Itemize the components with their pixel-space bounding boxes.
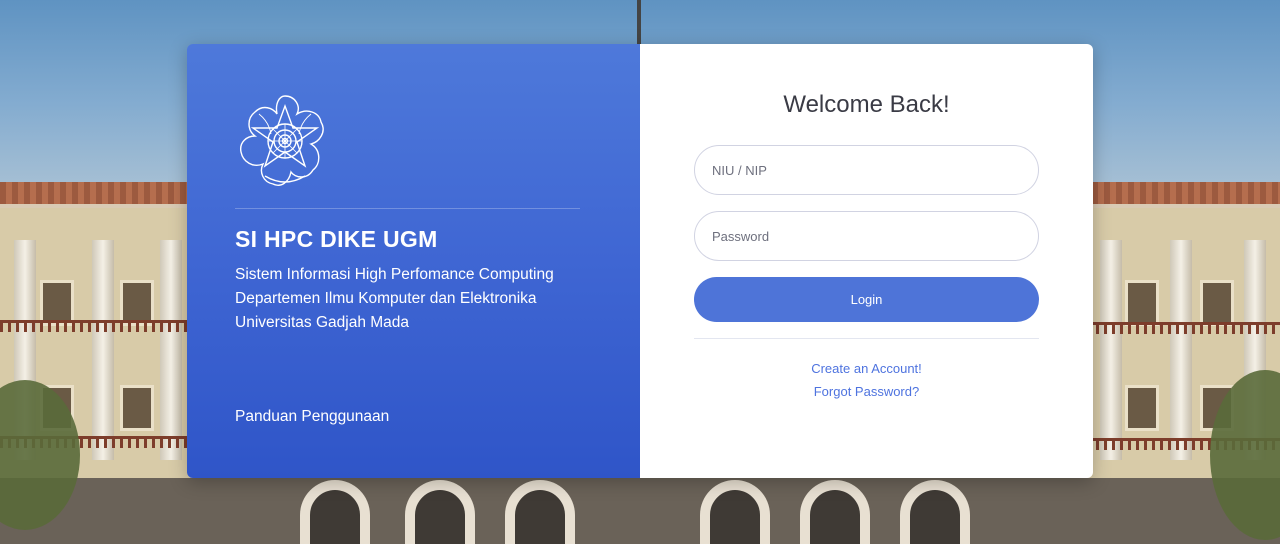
background-column xyxy=(160,240,182,460)
brand-panel: SI HPC DIKE UGM Sistem Informasi High Pe… xyxy=(187,44,640,478)
app-description: Sistem Informasi High Perfomance Computi… xyxy=(235,263,592,335)
login-button[interactable]: Login xyxy=(694,277,1039,322)
background-window xyxy=(1125,280,1159,326)
password-input[interactable] xyxy=(694,211,1039,261)
login-card: SI HPC DIKE UGM Sistem Informasi High Pe… xyxy=(187,44,1093,478)
app-title: SI HPC DIKE UGM xyxy=(235,226,438,252)
create-account-link[interactable]: Create an Account! xyxy=(811,361,922,376)
ugm-emblem-icon xyxy=(240,95,324,186)
background-column xyxy=(1100,240,1122,460)
description-line: Sistem Informasi High Perfomance Computi… xyxy=(235,266,554,283)
background-arch xyxy=(800,480,870,544)
background-arch xyxy=(300,480,370,544)
background-window xyxy=(1125,385,1159,431)
background-column xyxy=(92,240,114,460)
description-line: Departemen Ilmu Komputer dan Elektronika xyxy=(235,290,537,307)
background-window xyxy=(1200,280,1234,326)
background-window xyxy=(120,385,154,431)
user-guide-link[interactable]: Panduan Penggunaan xyxy=(235,408,389,426)
forgot-password-link[interactable]: Forgot Password? xyxy=(814,384,920,399)
background-roof-right xyxy=(1080,182,1280,208)
background-arch xyxy=(505,480,575,544)
description-line: Universitas Gadjah Mada xyxy=(235,314,410,331)
background-arch xyxy=(900,480,970,544)
background-arch xyxy=(405,480,475,544)
background-column xyxy=(1170,240,1192,460)
login-panel: Welcome Back! Login Create an Account! F… xyxy=(640,44,1093,478)
background-balcony xyxy=(0,320,200,332)
background-balcony xyxy=(1080,322,1280,334)
background-roof-left xyxy=(0,182,200,208)
form-divider xyxy=(694,338,1039,339)
background-arch xyxy=(700,480,770,544)
welcome-heading: Welcome Back! xyxy=(783,91,950,118)
brand-divider xyxy=(235,208,580,209)
background-ground xyxy=(0,478,1280,544)
niu-nip-input[interactable] xyxy=(694,145,1039,195)
auth-links: Create an Account! Forgot Password? xyxy=(811,361,922,399)
